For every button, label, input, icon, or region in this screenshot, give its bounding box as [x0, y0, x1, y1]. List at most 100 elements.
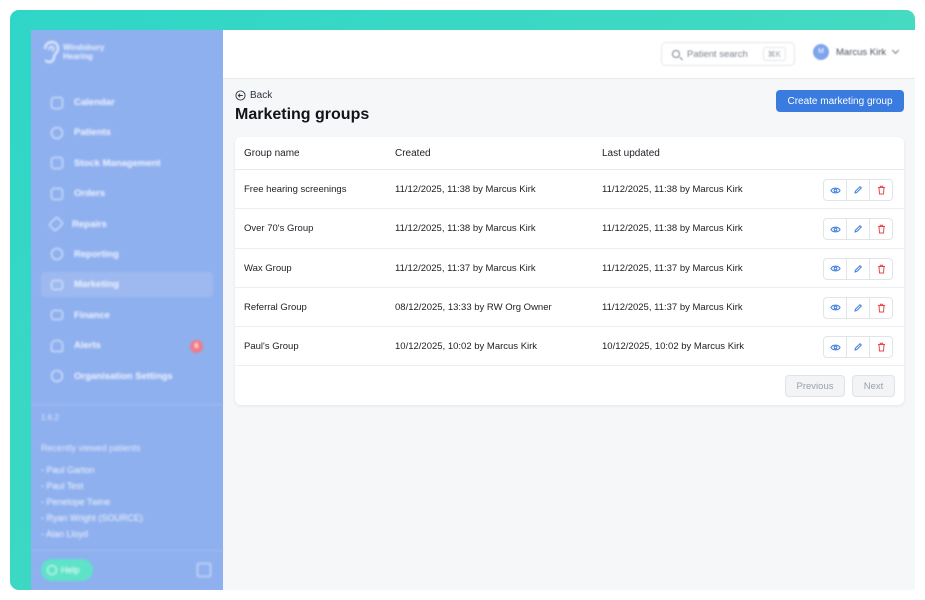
box-icon: [51, 187, 63, 200]
column-header-group-name[interactable]: Group name: [244, 148, 300, 159]
recent-patient-link[interactable]: - Paul Test: [41, 478, 143, 494]
edit-button[interactable]: [846, 257, 870, 280]
chevron-down-icon: [892, 46, 900, 55]
logo[interactable]: Windsbury Hearing: [41, 40, 104, 64]
help-icon: [47, 565, 57, 575]
delete-button[interactable]: [869, 218, 893, 241]
search-placeholder: Patient search: [687, 48, 748, 60]
app-window: Windsbury Hearing Calendar Patients Stoc…: [31, 30, 915, 590]
back-link[interactable]: Back: [235, 90, 272, 101]
created-cell: 11/12/2025, 11:38 by Marcus Kirk: [395, 223, 536, 235]
table-body: Free hearing screenings 11/12/2025, 11:38…: [235, 170, 904, 367]
create-marketing-group-button[interactable]: Create marketing group: [776, 90, 904, 112]
group-name-cell: Referral Group: [244, 301, 307, 313]
view-button[interactable]: [823, 296, 847, 319]
view-button[interactable]: [823, 336, 847, 359]
trash-icon: [877, 303, 885, 313]
sidebar-item-label: Patients: [74, 127, 111, 139]
previous-page-button[interactable]: Previous: [785, 375, 845, 397]
sidebar-divider: [31, 550, 223, 551]
last-updated-cell: 10/12/2025, 10:02 by Marcus Kirk: [602, 341, 745, 353]
row-actions: [823, 179, 893, 201]
sidebar-item-reporting[interactable]: Reporting: [41, 242, 213, 267]
sidebar-item-repairs[interactable]: Repairs: [41, 212, 213, 237]
wrench-icon: [48, 216, 64, 232]
pencil-icon: [854, 264, 863, 273]
trash-icon: [877, 185, 885, 195]
sidebar-item-marketing[interactable]: Marketing: [41, 272, 213, 298]
sidebar-item-patients[interactable]: Patients: [41, 120, 213, 145]
table-row: Free hearing screenings 11/12/2025, 11:38…: [235, 170, 904, 210]
smile-icon: [51, 126, 63, 139]
sidebar-item-label: Marketing: [74, 279, 119, 291]
logo-line-2: Hearing: [63, 52, 93, 61]
calendar-icon: [51, 96, 63, 109]
help-label: Help: [61, 565, 80, 575]
sidebar-item-label: Reporting: [74, 248, 119, 260]
recent-patient-link[interactable]: - Penelope Twine: [41, 494, 143, 510]
row-actions: [823, 218, 893, 241]
logo-text: Windsbury Hearing: [63, 43, 104, 61]
eye-icon: [829, 265, 841, 272]
last-updated-cell: 11/12/2025, 11:38 by Marcus Kirk: [602, 184, 743, 195]
patient-search-input[interactable]: Patient search ⌘K: [661, 42, 795, 66]
eye-icon: [829, 187, 841, 193]
recent-patient-link[interactable]: - Alan Lloyd: [41, 526, 143, 542]
edit-button[interactable]: [846, 336, 870, 359]
sidebar-item-label: Stock Management: [74, 157, 161, 169]
recent-patient-link[interactable]: - Paul Garton: [41, 462, 143, 478]
last-updated-cell: 11/12/2025, 11:38 by Marcus Kirk: [602, 223, 743, 235]
pencil-icon: [854, 303, 863, 312]
sidebar-item-calendar[interactable]: Calendar: [41, 90, 213, 115]
trash-icon: [877, 342, 885, 352]
screenshot-frame: Windsbury Hearing Calendar Patients Stoc…: [10, 10, 915, 590]
column-header-created[interactable]: Created: [395, 148, 431, 159]
table-row: Wax Group 11/12/2025, 11:37 by Marcus Kir…: [235, 249, 904, 288]
gear-icon: [51, 370, 63, 383]
help-button[interactable]: Help: [41, 559, 93, 581]
view-button[interactable]: [823, 257, 847, 280]
delete-button[interactable]: [869, 179, 893, 201]
delete-button[interactable]: [869, 336, 893, 359]
sidebar-item-label: Repairs: [72, 218, 107, 230]
alerts-count-badge: 6: [190, 340, 203, 354]
group-name-cell: Over 70's Group: [244, 223, 314, 235]
delete-button[interactable]: [869, 296, 893, 319]
sidebar-item-finance[interactable]: Finance: [41, 303, 213, 328]
pencil-icon: [854, 343, 863, 351]
edit-button[interactable]: [846, 218, 870, 241]
sidebar-item-organisation-settings[interactable]: Organisation Settings: [41, 364, 213, 389]
clipboard-icon: [51, 157, 63, 170]
group-name-cell: Paul's Group: [244, 341, 299, 353]
next-page-button[interactable]: Next: [852, 375, 895, 397]
eye-icon: [829, 226, 841, 233]
sidebar-item-label: Organisation Settings: [74, 370, 173, 382]
sidebar-item-label: Calendar: [74, 97, 115, 108]
sidebar-item-alerts[interactable]: Alerts 6: [41, 333, 213, 358]
search-icon: [672, 50, 680, 58]
top-bar: Patient search ⌘K M Marcus Kirk: [223, 30, 915, 79]
back-label: Back: [250, 90, 273, 101]
column-header-last-updated[interactable]: Last updated: [602, 148, 660, 159]
row-actions: [823, 336, 893, 359]
recent-patient-link[interactable]: - Ryan Wright (SOURCE): [41, 510, 143, 526]
arrow-left-circle-icon: [235, 90, 246, 101]
edit-button[interactable]: [846, 296, 870, 319]
delete-button[interactable]: [869, 257, 893, 280]
ear-logo-icon: [44, 40, 59, 64]
row-actions: [823, 257, 893, 280]
sidebar-item-stock-management[interactable]: Stock Management: [41, 151, 213, 176]
last-updated-cell: 11/12/2025, 11:37 by Marcus Kirk: [602, 262, 743, 274]
view-button[interactable]: [823, 179, 847, 201]
sidebar-item-orders[interactable]: Orders: [41, 181, 213, 206]
view-button[interactable]: [823, 218, 847, 241]
pencil-icon: [854, 185, 863, 194]
edit-button[interactable]: [846, 179, 870, 201]
pencil-icon: [854, 225, 863, 233]
user-menu[interactable]: M Marcus Kirk: [813, 44, 900, 60]
page-title: Marketing groups: [235, 106, 370, 123]
collapse-sidebar-icon[interactable]: [197, 563, 211, 577]
user-name: Marcus Kirk: [836, 46, 887, 58]
created-cell: 11/12/2025, 11:38 by Marcus Kirk: [395, 184, 536, 195]
sidebar-item-label: Alerts: [74, 340, 101, 352]
